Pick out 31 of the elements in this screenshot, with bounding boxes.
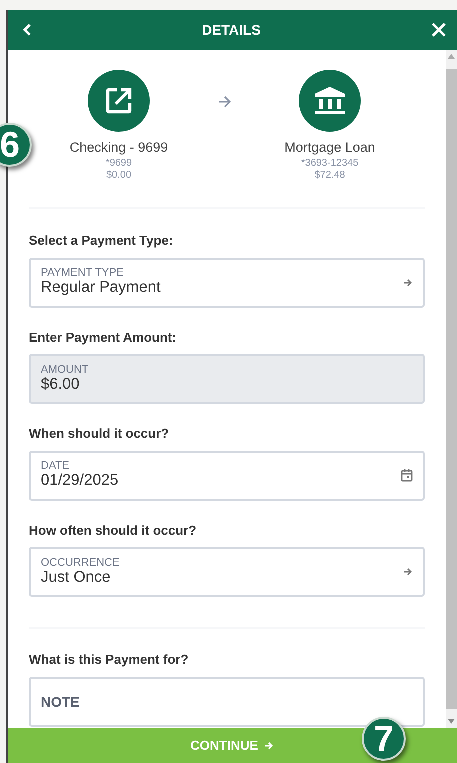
calendar-icon — [401, 469, 413, 482]
account-name: Checking - 9699 — [70, 139, 168, 157]
date-field[interactable]: DATE 01/29/2025 — [29, 450, 425, 500]
field-caption: OCCURRENCE — [41, 556, 121, 569]
field-value: 01/29/2025 — [41, 472, 120, 491]
select-field[interactable]: OCCURRENCE Just Once — [29, 547, 425, 597]
section-label: When should it occur? — [29, 425, 170, 443]
scroll-down-icon[interactable] — [448, 719, 455, 724]
arrow-right-icon — [218, 96, 232, 108]
field-value: Regular Payment — [41, 279, 162, 298]
account-number: *3693-12345 — [301, 158, 359, 170]
field-caption: PAYMENT TYPE — [41, 267, 125, 280]
note-field[interactable]: NOTE — [29, 676, 425, 726]
section-label: Enter Payment Amount: — [29, 328, 178, 347]
field-caption: AMOUNT — [41, 364, 90, 376]
section-label: Select a Payment Type: — [29, 232, 174, 250]
account-name: Mortgage Loan — [284, 139, 376, 157]
scroll-up-icon[interactable] — [448, 54, 455, 59]
section-label: How often should it occur? — [29, 522, 198, 540]
section-label: What is this Payment for? — [29, 651, 190, 669]
account-balance: $0.00 — [106, 170, 132, 182]
field-value: Just Once — [41, 568, 112, 588]
select-field[interactable]: PAYMENT TYPE Regular Payment — [29, 258, 425, 308]
page-title: DETAILS — [202, 20, 261, 40]
arrow-right-icon — [403, 278, 413, 288]
field-value: $6.00 — [41, 376, 81, 394]
arrow-right-icon — [264, 740, 274, 750]
arrow-right-icon — [403, 567, 413, 577]
account-balance: $72.48 — [314, 170, 346, 182]
field-caption: DATE — [41, 460, 71, 472]
account-number: *9699 — [106, 158, 132, 170]
